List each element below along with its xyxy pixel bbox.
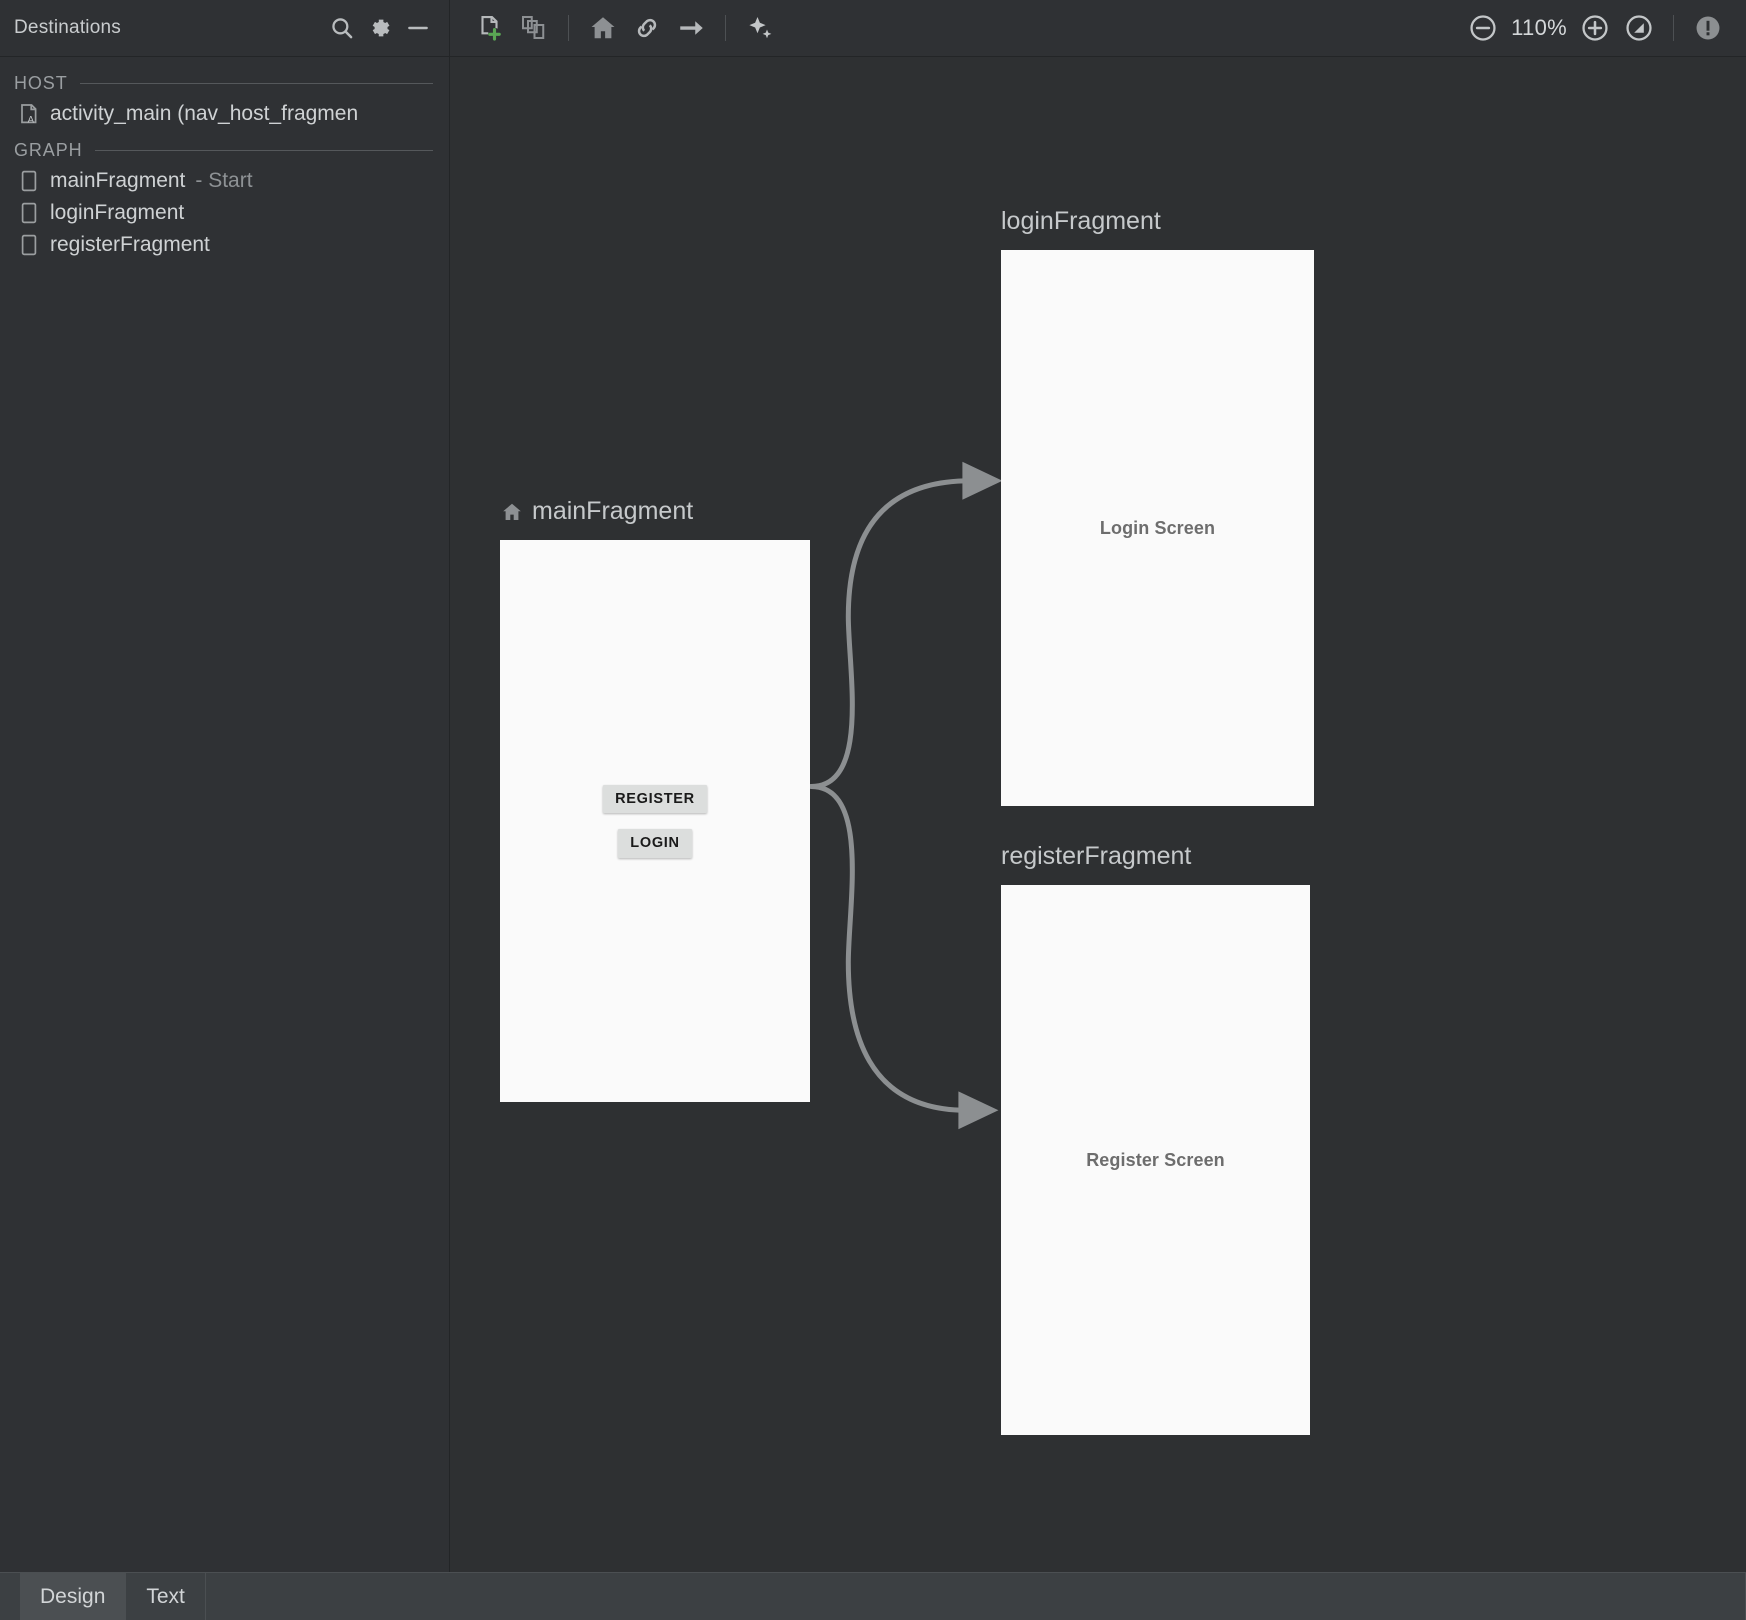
sidebar-item-registerfragment[interactable]: registerFragment [0,229,449,261]
search-icon[interactable] [325,11,359,45]
node-preview-loginfragment[interactable]: Login Screen [1001,250,1314,806]
panel-title: Destinations [14,17,121,38]
toolbar-divider-2 [725,15,726,41]
new-destination-icon[interactable] [468,8,512,48]
node-title-row: registerFragment [1001,842,1310,871]
tab-design[interactable]: Design [20,1573,127,1620]
node-title-label: registerFragment [1001,842,1192,870]
node-title-row: mainFragment [500,497,810,526]
node-loginfragment[interactable]: loginFragment Login Screen [1001,207,1314,806]
nested-graph-icon[interactable] [512,8,556,48]
node-preview-mainfragment[interactable]: REGISTER LOGIN [500,540,810,1102]
node-title-label: loginFragment [1001,207,1161,235]
login-screen-label: Login Screen [1099,517,1216,538]
navigation-editor-window: Destinations 110% HOST A activity_main (… [0,0,1746,1620]
register-screen-label: Register Screen [1086,1149,1225,1170]
sidebar-item-label: activity_main (nav_host_fragmen [50,102,359,125]
toolbar-divider [568,15,569,41]
editor-body: HOST A activity_main (nav_host_fragmen G… [0,57,1746,1572]
tab-empty-area [205,1573,1746,1620]
sidebar-item-label: registerFragment [50,233,210,256]
activity-icon: A [18,103,40,125]
sidebar-item-label: mainFragment [50,169,186,192]
sidebar-item-mainfragment[interactable]: mainFragment - Start [0,165,449,197]
section-label: HOST [14,73,68,93]
fragment-icon [18,234,40,256]
section-header-graph: GRAPH [0,130,449,165]
top-toolbar-row: Destinations 110% [0,0,1746,57]
home-icon [500,500,524,524]
register-button[interactable]: REGISTER [603,784,707,813]
edge-arrowhead-login [962,461,1003,500]
node-preview-registerfragment[interactable]: Register Screen [1001,885,1310,1435]
zoom-in-icon[interactable] [1573,8,1617,48]
sidebar-item-start-suffix: - Start [195,169,253,192]
zoom-out-icon[interactable] [1461,8,1505,48]
zoom-level-label: 110% [1511,15,1567,40]
sidebar-item-activity-main[interactable]: A activity_main (nav_host_fragmen [0,98,449,130]
tab-label: Text [146,1584,185,1608]
home-icon[interactable] [581,8,625,48]
sidebar-item-loginfragment[interactable]: loginFragment [0,197,449,229]
section-rule [79,83,433,84]
tab-label: Design [40,1584,106,1608]
edge-main-to-login [808,478,973,790]
edge-main-to-register [808,784,969,1113]
fragment-icon [18,170,40,192]
gear-icon[interactable] [363,11,397,45]
node-registerfragment[interactable]: registerFragment Register Screen [1001,842,1310,1435]
node-mainfragment[interactable]: mainFragment REGISTER LOGIN [500,497,810,1102]
section-label: GRAPH [14,140,83,160]
tab-text[interactable]: Text [126,1573,206,1620]
edge-arrowhead-register [958,1091,999,1130]
toolbar-divider-3 [1673,15,1674,41]
login-button[interactable]: LOGIN [618,829,692,858]
destinations-tree-panel: HOST A activity_main (nav_host_fragmen G… [0,57,450,1572]
fragment-icon [18,202,40,224]
zoom-to-fit-icon[interactable] [1617,8,1661,48]
node-title-row: loginFragment [1001,207,1314,236]
editor-mode-tabs: Design Text [0,1572,1746,1620]
section-rule [94,150,433,151]
sidebar-item-label: loginFragment [50,201,185,224]
add-action-arrow-icon[interactable] [669,8,713,48]
sparkle-assistant-icon[interactable] [738,8,782,48]
svg-text:A: A [28,115,35,125]
navigation-graph-canvas[interactable]: mainFragment REGISTER LOGIN loginFragmen… [450,57,1746,1572]
editor-toolbar: 110% [450,0,1746,56]
deep-link-icon[interactable] [625,8,669,48]
section-header-host: HOST [0,63,449,98]
destinations-panel-header: Destinations [0,0,450,56]
tab-leading-gap [0,1573,20,1620]
issues-warning-icon[interactable] [1686,8,1730,48]
node-title-label: mainFragment [532,497,694,525]
minimize-icon[interactable] [401,11,435,45]
